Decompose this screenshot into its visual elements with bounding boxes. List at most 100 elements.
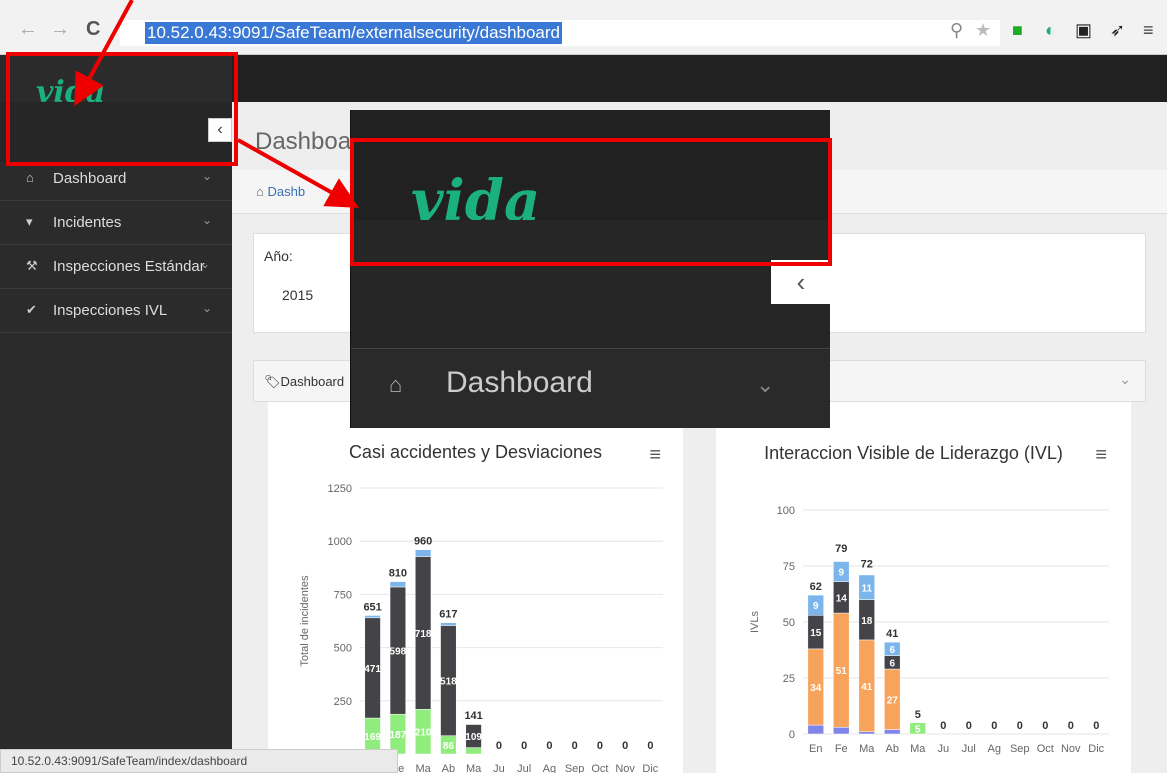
total-label: 0 [1093, 720, 1099, 732]
chevron-down-icon[interactable]: ⌄ [1119, 371, 1131, 388]
bar-segment [364, 615, 381, 619]
extension-icon[interactable]: ◐ [1045, 20, 1056, 41]
data-label: 109 [465, 732, 482, 743]
total-label: 651 [363, 601, 381, 613]
data-label: 11 [861, 583, 872, 594]
total-label: 0 [1017, 720, 1023, 732]
data-label: 598 [390, 647, 407, 658]
status-bar: 10.52.0.43:9091/SafeTeam/index/dashboard [0, 749, 398, 773]
search-icon[interactable]: ⚲ [950, 20, 963, 41]
star-icon[interactable]: ★ [975, 20, 991, 41]
sidebar-item-inspecciones-ivl[interactable]: ✔ Inspecciones IVL ⌄ [0, 289, 232, 333]
sidebar-item-incidentes[interactable]: ▾ Incidentes ⌄ [0, 201, 232, 245]
sidebar-item-inspecciones-estandar[interactable]: ⚒ Inspecciones Estándar ⌄ [0, 245, 232, 289]
data-label: 9 [838, 568, 844, 579]
total-label: 0 [546, 740, 552, 752]
x-tick-label: Ju [493, 763, 505, 773]
extension-icon[interactable]: ■ [1012, 20, 1023, 41]
y-tick-label: 75 [783, 561, 795, 573]
y-tick-label: 750 [334, 589, 352, 601]
x-tick-label: Oct [591, 763, 608, 773]
bar-segment [465, 747, 482, 755]
url-text[interactable]: 10.52.0.43:9091/SafeTeam/externalsecurit… [145, 22, 562, 44]
total-label: 0 [966, 720, 972, 732]
total-label: 62 [810, 581, 822, 593]
x-tick-label: En [809, 743, 822, 755]
reload-button[interactable]: C [86, 18, 100, 41]
zoom-sidebar-toggle: ‹ [771, 260, 830, 304]
total-label: 0 [496, 740, 502, 752]
x-tick-label: Ma [466, 763, 482, 773]
data-label: 6 [889, 658, 895, 669]
total-label: 0 [572, 740, 578, 752]
y-tick-label: 250 [334, 696, 352, 708]
year-label: Año: [264, 248, 293, 264]
bar-segment [858, 731, 875, 735]
x-tick-label: Ma [859, 743, 875, 755]
chevron-down-icon: ⌄ [201, 169, 212, 183]
pin-icon[interactable]: ➶ [1110, 20, 1125, 41]
y-tick-label: 50 [783, 617, 795, 629]
hammer-icon: ⚒ [26, 258, 38, 273]
total-label: 72 [861, 559, 873, 571]
zoom-divider [351, 348, 830, 349]
total-label: 41 [886, 628, 898, 640]
breadcrumb-link[interactable]: ⌂ Dashb [256, 184, 305, 199]
back-button[interactable]: ← [18, 18, 38, 41]
sidebar-item-label: Inspecciones IVL [53, 302, 168, 319]
chevron-down-icon: ⌄ [201, 213, 212, 227]
bar-segment [415, 549, 432, 557]
zoom-menu-label: Dashboard [446, 366, 593, 399]
data-label: 210 [415, 728, 432, 739]
data-label: 41 [861, 682, 873, 693]
x-tick-label: Nov [615, 763, 635, 773]
total-label: 0 [521, 740, 527, 752]
x-tick-label: Fe [835, 743, 848, 755]
check-icon: ✔ [26, 302, 37, 317]
data-label: 6 [889, 645, 895, 656]
bar-segment [389, 581, 406, 588]
x-tick-label: Ju [937, 743, 949, 755]
sidebar-item-label: Dashboard [53, 170, 127, 187]
panel-title: 🏷Dashboard [264, 374, 345, 389]
chart-plot: 250 500 750 1000 1250 Total de incidentes 169 4… [299, 483, 663, 773]
data-label: 34 [810, 683, 822, 694]
menu-icon[interactable]: ≡ [1143, 20, 1154, 41]
y-tick-label: 25 [783, 673, 795, 685]
thumbs-down-icon: ▾ [26, 214, 33, 229]
x-tick-label: Ab [886, 743, 899, 755]
bar-segment [884, 729, 901, 735]
home-icon: ⌂ [26, 170, 34, 185]
data-label: 86 [443, 741, 455, 752]
total-label: 5 [915, 709, 921, 721]
chart-casi-accidentes: Casi accidentes y Desviaciones ≡ 250 500 7… [268, 402, 683, 773]
total-label: 79 [835, 543, 847, 555]
home-icon: ⌂ [389, 372, 403, 397]
save-icon[interactable]: ▣ [1075, 20, 1092, 41]
data-label: 518 [440, 677, 457, 688]
forward-button[interactable]: → [50, 18, 70, 41]
highlight-box [6, 52, 238, 166]
y-tick-label: 500 [334, 643, 352, 655]
y-tick-label: 1000 [328, 536, 352, 548]
x-tick-label: Dic [1088, 743, 1104, 755]
home-icon: ⌂ [256, 184, 268, 199]
x-tick-label: Ag [543, 763, 556, 773]
x-tick-label: Ab [442, 763, 455, 773]
x-tick-label: Ma [910, 743, 926, 755]
bar-segment [440, 622, 457, 626]
total-label: 141 [464, 710, 482, 722]
chevron-down-icon: ⌄ [199, 257, 210, 271]
y-tick-label: 0 [789, 729, 795, 741]
data-label: 169 [364, 732, 381, 743]
chart-ivl: Interaccion Visible de Liderazgo (IVL) ≡… [716, 402, 1131, 773]
data-label: 51 [836, 666, 848, 677]
chart-plot: 0255075100IVLs3415962En5114979Fe41181172… [749, 505, 1109, 755]
total-label: 0 [597, 740, 603, 752]
x-tick-label: Sep [1010, 743, 1030, 755]
x-tick-label: Ag [988, 743, 1001, 755]
x-tick-label: Oct [1037, 743, 1054, 755]
y-axis-label: IVLs [749, 610, 761, 633]
chevron-down-icon: ⌄ [201, 301, 212, 315]
x-tick-label: Nov [1061, 743, 1081, 755]
